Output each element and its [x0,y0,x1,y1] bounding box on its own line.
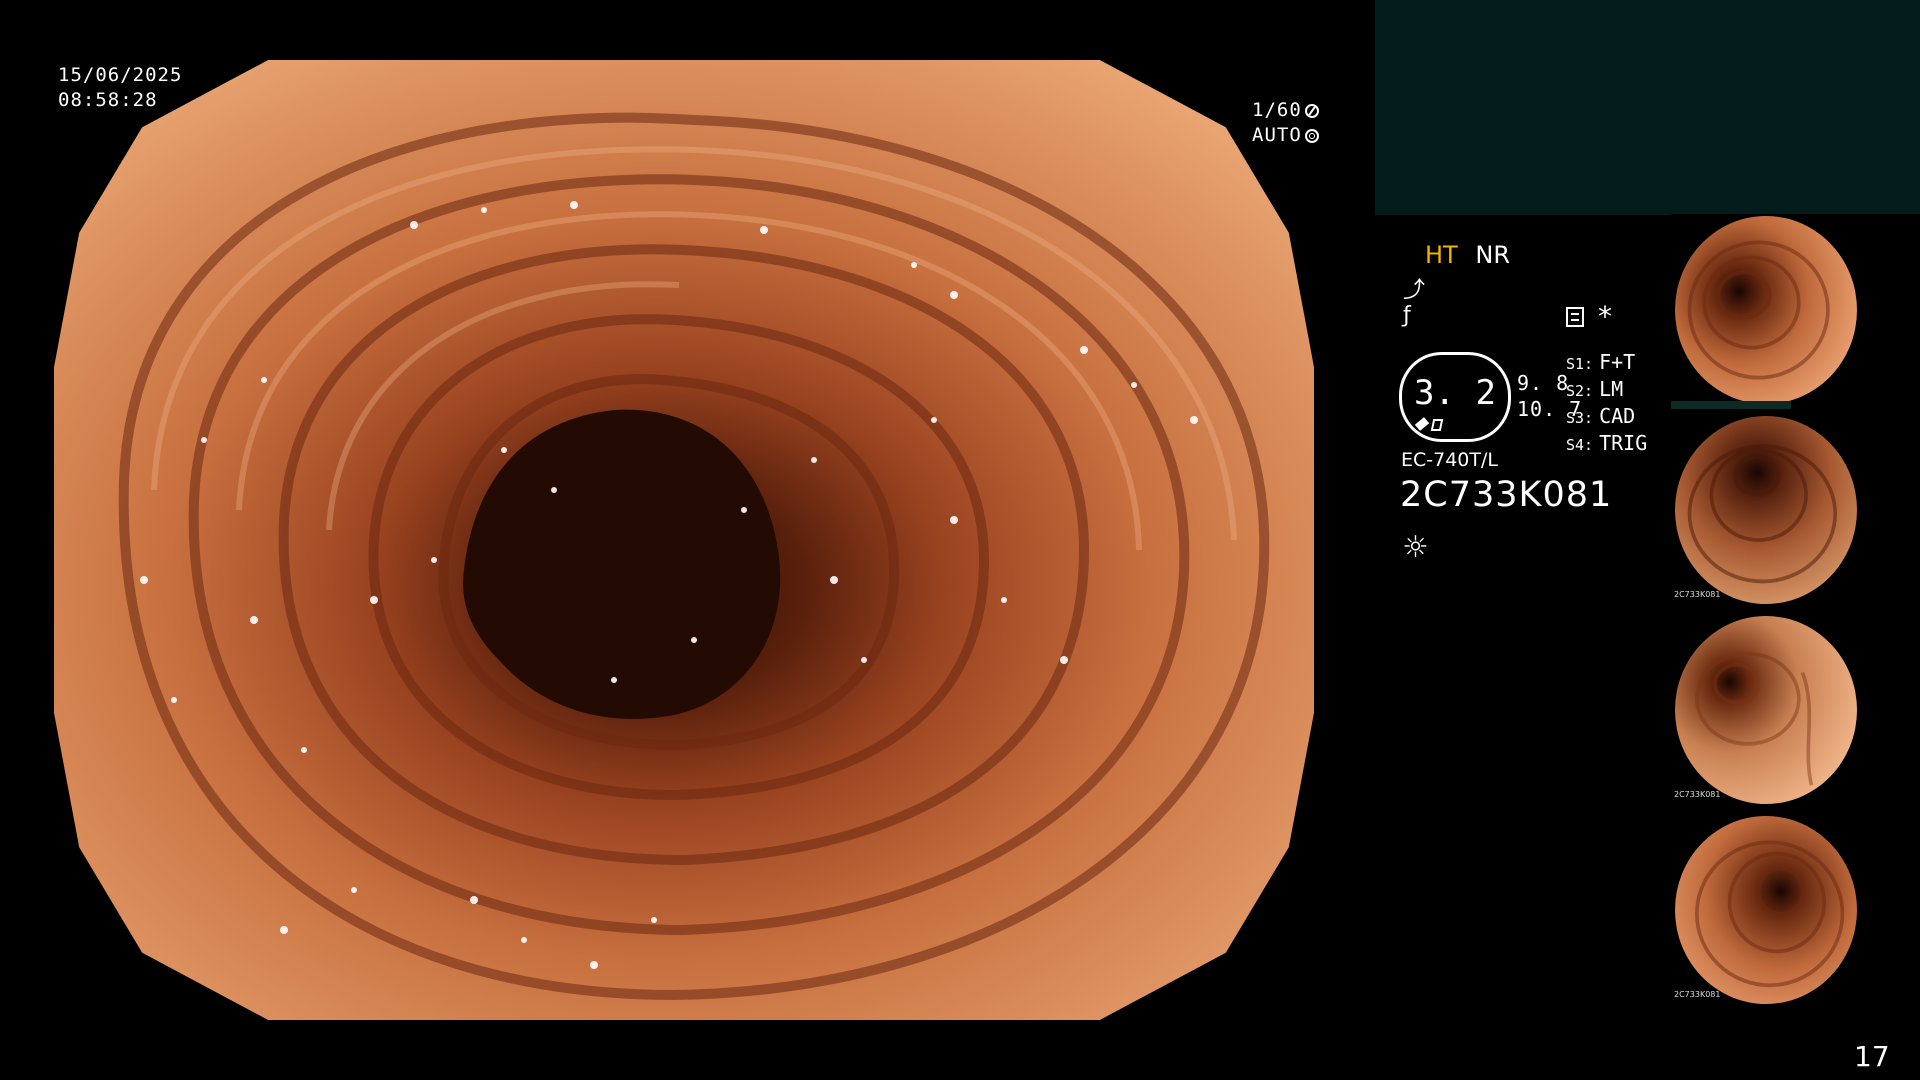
thumbnail[interactable] [1671,214,1920,409]
endoscope-view [54,60,1314,1020]
thumbnail[interactable]: 2C733K081 [1671,414,1920,609]
setting-key: S1: [1566,355,1594,373]
light-source-icon: ☼ [1402,530,1429,565]
asterisk-icon: * [1598,300,1612,333]
scope-serial: 2C733K081 [1400,475,1613,515]
thumbnail-image [1675,416,1857,604]
setting-value: F+T [1599,350,1636,374]
setting-key: S4: [1566,436,1594,454]
date-time-overlay: 15/06/2025 08:58:28 [58,63,182,113]
exposure-overlay: 1/60 AUTO [1252,98,1319,148]
shutter-icon [1304,103,1319,118]
thumbnail-serial: 2C733K081 [1674,590,1721,599]
zoom-tool-icon [1416,417,1436,431]
page-number: 17 [1854,1040,1890,1073]
scope-model: EC-740T/L [1401,449,1498,471]
thumbnail-image [1675,616,1857,804]
thumbnail[interactable]: 2C733K081 [1671,614,1920,809]
setting-row: S1: F+T [1566,350,1647,377]
info-header-box [1375,0,1920,215]
iris-icon [1304,128,1319,143]
setting-value: TRIG [1599,431,1648,455]
intestine-lumen-image [54,60,1314,1020]
thumbnail-serial: 2C733K081 [1674,790,1721,799]
setting-row: S3: CAD [1566,404,1647,431]
thumbnail-serial: 2C733K081 [1674,990,1721,999]
enhance-icon: ⤴ [1403,278,1426,303]
setting-value: CAD [1599,404,1636,428]
capture-thumbnails: 2C733K081 2C733K081 2C733K081 [1671,214,1920,1014]
thumbnail[interactable]: 2C733K081 [1671,814,1920,1009]
setting-key: S3: [1566,409,1594,427]
nr-mode-label: NR [1475,241,1510,269]
contrast-icon: ƒ [1403,303,1411,328]
zoom-indicator: 3. 2 [1399,352,1511,442]
thumbnail-image [1675,216,1857,404]
setting-value: LM [1599,377,1624,401]
setting-row: S4: TRIG [1566,431,1647,458]
image-mode-indicator: HT NR [1425,241,1510,269]
thumbnail-image [1675,816,1857,1004]
switch-settings: S1: F+T S2: LM S3: CAD S4: TRIG [1566,350,1647,458]
date-text: 15/06/2025 [58,64,183,86]
setting-row: S2: LM [1566,377,1647,404]
ht-mode-label: HT [1425,241,1458,269]
zoom-value: 3. 2 [1414,373,1496,413]
setting-key: S2: [1566,382,1594,400]
memory-icon [1566,307,1584,327]
time-text: 08:58:28 [58,89,158,111]
thumbnail-bar [1671,401,1791,409]
shutter-text: 1/60 [1252,99,1302,121]
iris-text: AUTO [1252,124,1302,146]
